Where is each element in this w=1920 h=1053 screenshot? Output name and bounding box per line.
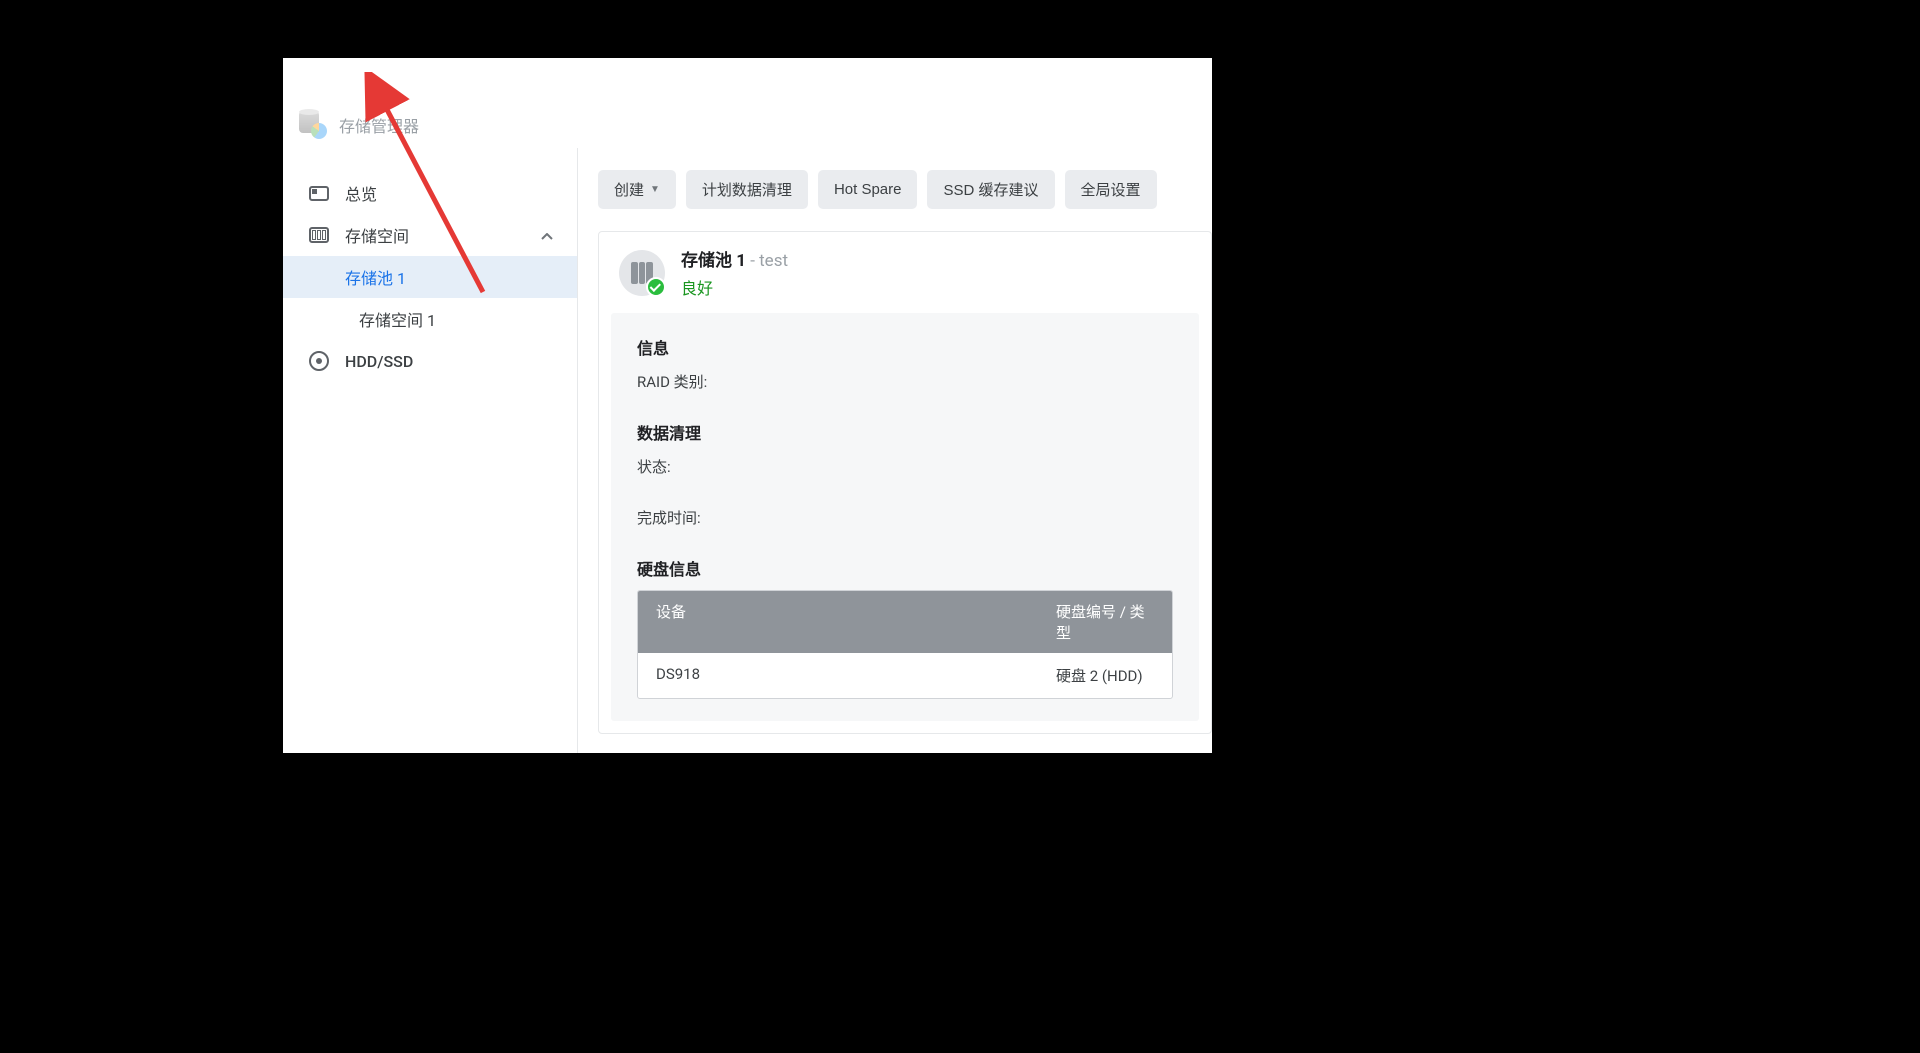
- disk-info-heading: 硬盘信息: [637, 556, 1173, 580]
- hdd-icon: [307, 349, 331, 373]
- info-section: 信息 RAID 类别:: [637, 335, 1173, 396]
- sidebar-item-pool1[interactable]: 存储池 1: [283, 256, 577, 298]
- window-body: 总览 存储空间 存储池 1 存储空间 1: [283, 148, 1212, 753]
- chevron-up-icon: [541, 226, 553, 245]
- col-header-disk: 硬盘编号 / 类型: [1056, 601, 1154, 643]
- cell-device: DS918: [656, 665, 1056, 686]
- pool-suffix: - test: [746, 251, 788, 271]
- sidebar-item-label: 存储空间 1: [359, 307, 436, 331]
- sidebar-item-overview[interactable]: 总览: [283, 172, 577, 214]
- sidebar-item-volume1[interactable]: 存储空间 1: [283, 298, 577, 340]
- button-label: 计划数据清理: [702, 179, 792, 200]
- sidebar-item-label: 存储空间: [345, 223, 409, 247]
- disk-table: 设备 硬盘编号 / 类型 DS918 硬盘 2 (HDD): [637, 590, 1173, 699]
- window-header: 存储管理器: [283, 102, 1212, 148]
- raid-type-label: RAID 类别:: [637, 369, 1173, 396]
- button-label: 全局设置: [1081, 179, 1141, 200]
- pool-header[interactable]: 存储池 1 - test 良好: [599, 232, 1211, 313]
- ssd-advisor-button[interactable]: SSD 缓存建议: [927, 170, 1054, 209]
- button-label: 创建: [614, 179, 644, 200]
- storage-pool-card: 存储池 1 - test 良好 信息 RAID 类别: 数据清理 状态:: [598, 231, 1212, 734]
- storage-space-icon: [307, 223, 331, 247]
- button-label: Hot Spare: [834, 181, 902, 198]
- chevron-down-icon: ▼: [650, 184, 660, 195]
- overview-icon: [307, 181, 331, 205]
- sidebar-item-hdd-ssd[interactable]: HDD/SSD: [283, 340, 577, 382]
- scrub-status-label: 状态:: [637, 454, 1173, 481]
- sidebar-item-label: 存储池 1: [345, 265, 406, 289]
- hot-spare-button[interactable]: Hot Spare: [818, 170, 918, 209]
- complete-time-label: 完成时间:: [637, 505, 1173, 532]
- info-heading: 信息: [637, 335, 1173, 359]
- scrub-heading: 数据清理: [637, 420, 1173, 444]
- sidebar-item-label: 总览: [345, 181, 377, 205]
- window-title: 存储管理器: [339, 113, 419, 137]
- col-header-device: 设备: [656, 601, 1056, 643]
- main-content: 创建 ▼ 计划数据清理 Hot Spare SSD 缓存建议 全局设置: [578, 148, 1212, 753]
- pool-title-block: 存储池 1 - test 良好: [681, 246, 788, 299]
- pool-name: 存储池 1: [681, 251, 746, 271]
- table-row[interactable]: DS918 硬盘 2 (HDD): [638, 653, 1172, 698]
- scrub-section: 数据清理 状态:: [637, 420, 1173, 481]
- complete-time-section: 完成时间:: [637, 505, 1173, 532]
- sidebar: 总览 存储空间 存储池 1 存储空间 1: [283, 148, 578, 753]
- status-ok-badge: [646, 277, 666, 297]
- cell-disk: 硬盘 2 (HDD): [1056, 665, 1154, 686]
- pool-icon-wrap: [619, 250, 665, 296]
- pool-body: 信息 RAID 类别: 数据清理 状态: 完成时间: 硬盘信息: [611, 313, 1199, 721]
- sidebar-item-storage[interactable]: 存储空间: [283, 214, 577, 256]
- storage-manager-window: 存储管理器 总览 存储空间: [283, 102, 1212, 753]
- create-button[interactable]: 创建 ▼: [598, 170, 676, 209]
- pool-status: 良好: [681, 275, 788, 299]
- button-label: SSD 缓存建议: [943, 179, 1038, 200]
- storage-manager-icon: [299, 111, 327, 139]
- scrub-schedule-button[interactable]: 计划数据清理: [686, 170, 808, 209]
- global-settings-button[interactable]: 全局设置: [1065, 170, 1157, 209]
- sidebar-item-label: HDD/SSD: [345, 352, 413, 371]
- toolbar: 创建 ▼ 计划数据清理 Hot Spare SSD 缓存建议 全局设置: [598, 170, 1212, 209]
- app-window: 存储管理器 总览 存储空间: [283, 58, 1212, 753]
- pool-title: 存储池 1 - test: [681, 246, 788, 271]
- table-header: 设备 硬盘编号 / 类型: [638, 591, 1172, 653]
